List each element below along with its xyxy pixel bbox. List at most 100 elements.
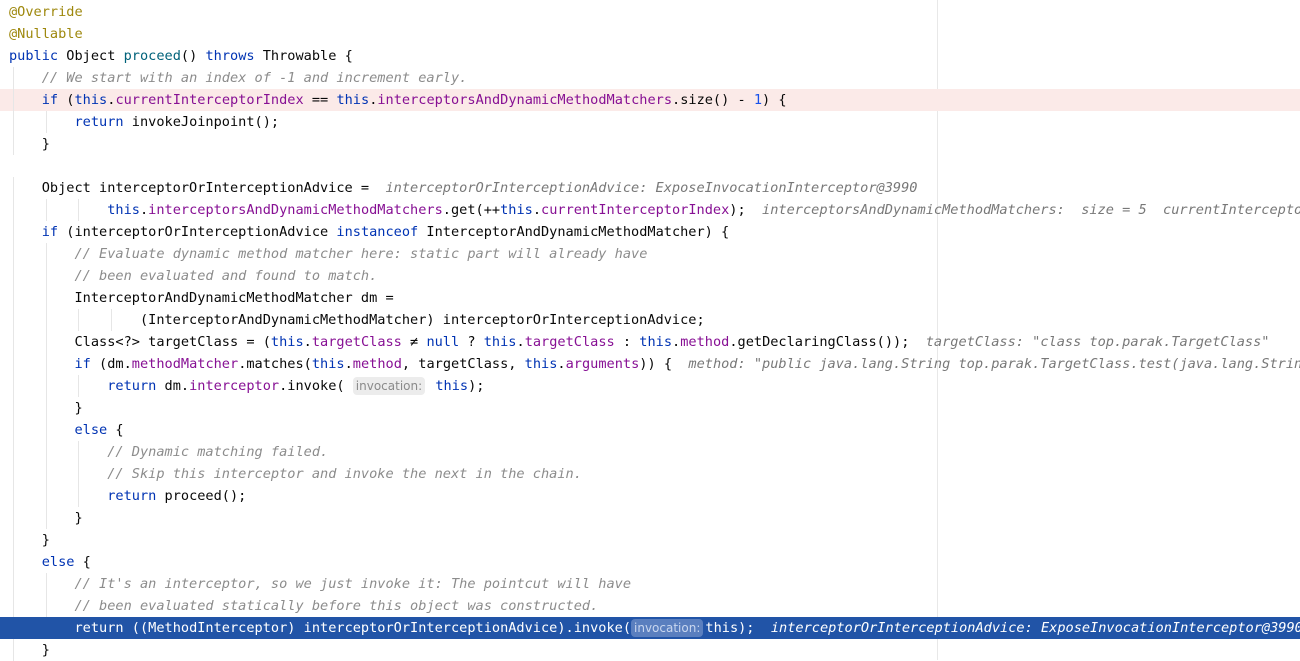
code-text: @Nullable	[9, 23, 83, 45]
code-token: :	[614, 334, 640, 350]
code-text: @Override	[9, 1, 83, 23]
code-line[interactable]: // We start with an index of -1 and incr…	[0, 67, 1300, 89]
code-token: .	[557, 356, 566, 372]
code-line[interactable]: else {	[0, 419, 1300, 441]
keyword-token: else	[41, 554, 75, 570]
code-line[interactable]: (InterceptorAndDynamicMethodMatcher) int…	[0, 309, 1300, 331]
keyword-token: return	[74, 114, 124, 130]
code-token: }	[9, 532, 50, 548]
code-line-highlighted[interactable]: if (this.currentInterceptorIndex == this…	[0, 89, 1300, 111]
code-line[interactable]: // Skip this interceptor and invoke the …	[0, 463, 1300, 485]
code-text: Class<?> targetClass = (this.targetClass…	[9, 331, 1269, 353]
code-line[interactable]: // Evaluate dynamic method matcher here:…	[0, 243, 1300, 265]
code-token: (	[58, 92, 75, 108]
code-line[interactable]: if (interceptorOrInterceptionAdvice inst…	[0, 221, 1300, 243]
code-text: }	[9, 397, 82, 419]
code-line[interactable]: // Dynamic matching failed.	[0, 441, 1300, 463]
code-token: .	[344, 356, 353, 372]
keyword-token: this	[336, 92, 370, 108]
code-text: InterceptorAndDynamicMethodMatcher dm =	[9, 287, 394, 309]
code-token: (interceptorOrInterceptionAdvice	[58, 224, 337, 240]
keyword-token: this	[483, 334, 517, 350]
code-editor[interactable]: @Override @Nullable public Object proceed(…	[0, 0, 1300, 661]
code-line[interactable]: // been evaluated and found to match.	[0, 265, 1300, 287]
field-token: methodMatcher	[131, 356, 239, 372]
method-token: proceed	[123, 48, 181, 64]
code-token: ≠	[401, 334, 427, 350]
code-text: Object interceptorOrInterceptionAdvice =…	[9, 177, 918, 199]
code-token: .	[139, 202, 149, 218]
code-line-current[interactable]: return ((MethodInterceptor) interceptorO…	[0, 617, 1300, 639]
code-text: // It's an interceptor, so we just invok…	[9, 573, 631, 595]
code-text: }	[9, 133, 50, 155]
code-token: );	[468, 378, 485, 394]
field-token: interceptor	[189, 378, 280, 394]
keyword-token: throws	[205, 48, 255, 64]
code-line[interactable]: return dm.interceptor.invoke( invocation…	[0, 375, 1300, 397]
keyword-token: return	[107, 378, 157, 394]
code-token: invokeJoinpoint();	[123, 114, 280, 130]
code-token: Class<?> targetClass = (	[9, 334, 271, 350]
code-line[interactable]: }	[0, 507, 1300, 529]
code-token: ==	[303, 92, 337, 108]
code-text: return ((MethodInterceptor) interceptorO…	[9, 617, 1300, 639]
code-token: );	[729, 202, 763, 218]
code-text: // Skip this interceptor and invoke the …	[9, 463, 582, 485]
code-line[interactable]: Object interceptorOrInterceptionAdvice =…	[0, 177, 1300, 199]
debug-inline-value: interceptorOrInterceptionAdvice: ExposeI…	[770, 620, 1300, 636]
code-line[interactable]: return invokeJoinpoint();	[0, 111, 1300, 133]
code-token: {	[107, 422, 124, 438]
code-line[interactable]: else {	[0, 551, 1300, 573]
code-token: )) {	[639, 356, 689, 372]
code-line[interactable]: InterceptorAndDynamicMethodMatcher dm =	[0, 287, 1300, 309]
field-token: method	[352, 356, 402, 372]
code-text: if (this.currentInterceptorIndex == this…	[9, 89, 787, 111]
code-line[interactable]	[0, 155, 1300, 177]
code-token: (dm.	[90, 356, 132, 372]
keyword-token: null	[426, 334, 460, 350]
code-line[interactable]: @Nullable	[0, 23, 1300, 45]
code-line[interactable]: return proceed();	[0, 485, 1300, 507]
debug-inline-value: interceptorsAndDynamicMethodMatchers: si…	[762, 202, 1300, 218]
code-token: InterceptorAndDynamicMethodMatcher dm =	[9, 290, 394, 306]
code-line[interactable]: }	[0, 397, 1300, 419]
code-line[interactable]: if (dm.methodMatcher.matches(this.method…	[0, 353, 1300, 375]
code-token: Object interceptorOrInterceptionAdvice =	[9, 180, 386, 196]
code-line[interactable]: this. interceptorsAndDynamicMethodMatcher…	[0, 199, 1300, 221]
annotation-token: @Nullable	[9, 26, 83, 42]
code-line[interactable]: public Object proceed() throws Throwable…	[0, 45, 1300, 67]
code-line[interactable]: }	[0, 133, 1300, 155]
code-text: // Evaluate dynamic method matcher here:…	[9, 243, 647, 265]
code-line[interactable]: @Override	[0, 1, 1300, 23]
code-line[interactable]: }	[0, 529, 1300, 551]
number-token: 1	[753, 92, 763, 108]
keyword-token: return	[107, 488, 157, 504]
parameter-hint: invocation:	[631, 619, 704, 637]
code-token: Throwable {	[254, 48, 353, 64]
code-token: .	[532, 202, 542, 218]
code-line[interactable]: // been evaluated statically before this…	[0, 595, 1300, 617]
comment-token: // Dynamic matching failed.	[107, 444, 329, 460]
code-token: .	[672, 334, 681, 350]
code-text: public Object proceed() throws Throwable…	[9, 45, 353, 67]
parameter-hint: invocation:	[352, 377, 426, 395]
code-line[interactable]: Class<?> targetClass = (this.targetClass…	[0, 331, 1300, 353]
field-token: arguments	[565, 356, 640, 372]
code-token: .getDeclaringClass());	[729, 334, 926, 350]
code-line[interactable]: // It's an interceptor, so we just invok…	[0, 573, 1300, 595]
code-line[interactable]: }	[0, 639, 1300, 661]
keyword-token: this	[107, 202, 140, 218]
code-text: }	[9, 507, 83, 529]
code-token: .	[303, 334, 312, 350]
comment-token: // Evaluate dynamic method matcher here:…	[74, 246, 648, 262]
code-token: }	[9, 510, 83, 526]
